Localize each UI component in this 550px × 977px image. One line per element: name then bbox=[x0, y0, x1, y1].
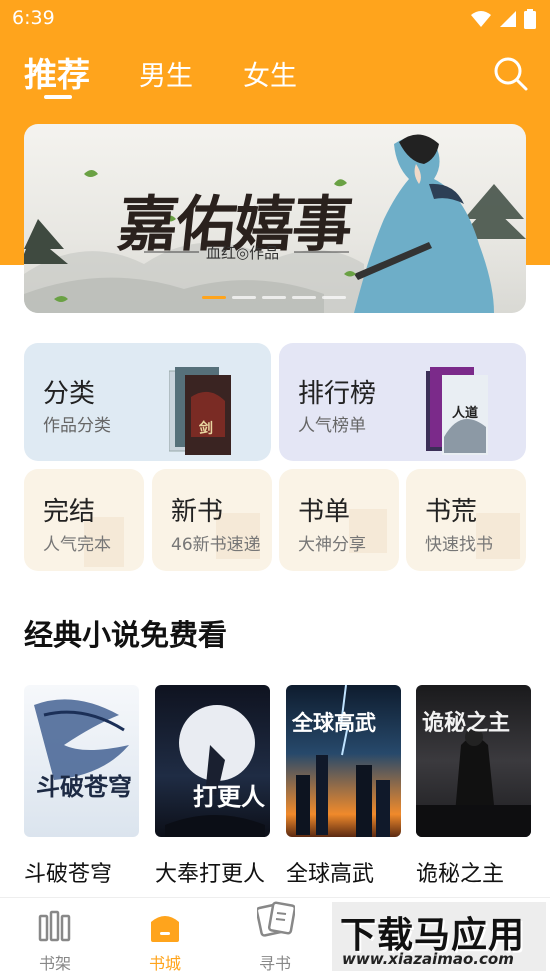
book-item[interactable]: 打更人 大奉打更人 bbox=[155, 685, 270, 887]
shortcut-subtitle: 大神分享 bbox=[298, 535, 366, 555]
tab-male[interactable]: 男生 bbox=[139, 54, 193, 93]
search-icon[interactable] bbox=[491, 54, 529, 92]
book-cover: 全球高武 bbox=[286, 685, 401, 837]
ranking-card[interactable]: 排行榜 人气榜单 人道 bbox=[279, 343, 526, 461]
book-item[interactable]: 诡秘之主 诡秘之主 bbox=[416, 685, 531, 887]
tab-recommend[interactable]: 推荐 bbox=[24, 48, 90, 96]
pager-dot bbox=[262, 296, 286, 299]
banner-author: 血红◎作品 bbox=[206, 244, 280, 262]
nav-find-book[interactable]: 寻书 bbox=[235, 898, 315, 977]
cover-title: 打更人 bbox=[193, 782, 265, 811]
status-time: 6:39 bbox=[12, 7, 55, 29]
category-card-subtitle: 作品分类 bbox=[43, 416, 111, 436]
section-title: 经典小说免费看 bbox=[24, 618, 228, 652]
book-title: 诡秘之主 bbox=[416, 862, 505, 887]
wifi-icon bbox=[471, 11, 491, 27]
shortcut-completed[interactable]: 完结 人气完本 bbox=[24, 469, 144, 571]
book-title: 斗破苍穹 bbox=[24, 862, 113, 887]
cover-title: 全球高武 bbox=[292, 711, 376, 735]
pager-dot bbox=[292, 296, 316, 299]
shortcut-book-finder[interactable]: 书荒 快速找书 bbox=[406, 469, 526, 571]
find-book-icon bbox=[257, 901, 295, 937]
ranking-card-subtitle: 人气榜单 bbox=[298, 416, 366, 436]
nav-label: 寻书 bbox=[258, 954, 291, 973]
pager-dot-active bbox=[202, 296, 226, 299]
book-item[interactable]: 全球高武 全球高武 bbox=[286, 685, 401, 887]
book-cover: 打更人 bbox=[155, 685, 270, 837]
svg-text:人道: 人道 bbox=[452, 405, 478, 421]
nav-bookshelf[interactable]: 书架 bbox=[15, 898, 95, 977]
pager-dot bbox=[232, 296, 256, 299]
shortcut-subtitle: 快速找书 bbox=[425, 535, 493, 555]
book-title: 大奉打更人 bbox=[155, 862, 266, 887]
cover-title: 斗破苍穹 bbox=[36, 772, 132, 801]
status-icons bbox=[470, 9, 536, 29]
book-cover: 斗破苍穹 bbox=[24, 685, 139, 837]
shortcut-title: 书荒 bbox=[425, 497, 478, 527]
signal-icon bbox=[500, 11, 516, 27]
nav-bookstore[interactable]: 书城 bbox=[125, 898, 205, 977]
watermark-logo: 下载马应用 www.xiazaimao.com bbox=[330, 900, 548, 973]
bookstore-icon bbox=[151, 916, 179, 942]
book-stack-image: 人道 bbox=[426, 367, 488, 455]
banner-pager bbox=[202, 296, 346, 299]
watermark-url: www.xiazaimao.com bbox=[342, 950, 514, 968]
status-bar: 6:39 bbox=[0, 0, 550, 38]
shortcut-title: 新书 bbox=[171, 497, 224, 527]
cover-title: 诡秘之主 bbox=[422, 710, 511, 736]
shortcut-booklists[interactable]: 书单 大神分享 bbox=[279, 469, 399, 571]
book-title: 全球高武 bbox=[286, 862, 375, 887]
shortcut-subtitle: 人气完本 bbox=[43, 535, 111, 555]
svg-text:剑: 剑 bbox=[198, 420, 213, 437]
nav-label: 书架 bbox=[38, 954, 71, 973]
pager-dot bbox=[322, 296, 346, 299]
channel-tabs: 推荐 男生 女生 bbox=[0, 44, 550, 104]
tab-female[interactable]: 女生 bbox=[243, 54, 297, 93]
shortcut-new-books[interactable]: 新书 46新书速递 bbox=[152, 469, 272, 571]
nav-label: 书城 bbox=[148, 954, 181, 973]
book-stack-image: 剑 bbox=[169, 367, 231, 455]
category-card[interactable]: 分类 作品分类 剑 bbox=[24, 343, 271, 461]
ranking-card-title: 排行榜 bbox=[298, 379, 377, 409]
active-tab-indicator bbox=[44, 95, 72, 99]
book-cover: 诡秘之主 bbox=[416, 685, 531, 837]
category-card-title: 分类 bbox=[43, 379, 96, 409]
shortcut-title: 书单 bbox=[298, 497, 351, 527]
shortcut-title: 完结 bbox=[43, 497, 96, 527]
promo-banner[interactable]: 嘉佑嬉事 血红◎作品 bbox=[24, 124, 526, 313]
book-item[interactable]: 斗破苍穹 斗破苍穹 bbox=[24, 685, 139, 887]
battery-icon bbox=[524, 9, 536, 29]
shortcut-subtitle: 46新书速递 bbox=[171, 535, 261, 555]
bookshelf-icon bbox=[38, 910, 71, 942]
